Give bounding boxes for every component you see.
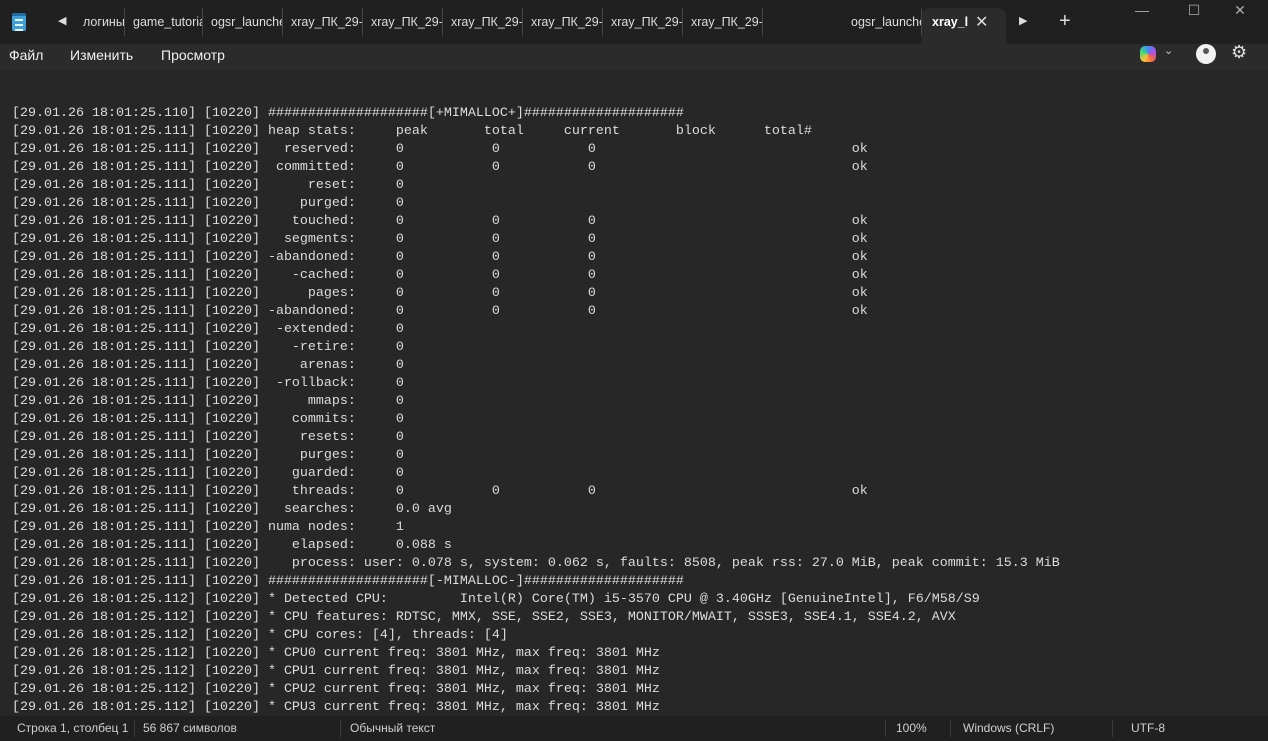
char-count: 56 867 символов: [143, 721, 237, 735]
menu-file[interactable]: Файл: [9, 47, 43, 63]
log-line: [29.01.26 18:01:25.112] [10220] * CPU2 c…: [12, 682, 660, 697]
log-line: [29.01.26 18:01:25.111] [10220] arenas: …: [12, 358, 404, 373]
tab-label: ogsr_launcher: [211, 15, 283, 29]
log-line: [29.01.26 18:01:25.111] [10220] -rollbac…: [12, 376, 404, 391]
tab-label: xray_ПК_29-01: [371, 15, 443, 29]
log-line: [29.01.26 18:01:25.112] [10220] * CPU co…: [12, 628, 508, 643]
divider: [134, 720, 135, 737]
account-avatar[interactable]: [1196, 44, 1216, 64]
log-line: [29.01.26 18:01:25.111] [10220] touched:…: [12, 214, 868, 229]
line-endings[interactable]: Windows (CRLF): [963, 721, 1054, 735]
settings-gear-icon[interactable]: ⚙: [1231, 42, 1247, 63]
log-line: [29.01.26 18:01:25.111] [10220] commits:…: [12, 412, 404, 427]
log-line: [29.01.26 18:01:25.111] [10220] searches…: [12, 502, 452, 517]
log-line: [29.01.26 18:01:25.112] [10220] * CPU0 c…: [12, 646, 660, 661]
tab[interactable]: xray_ПК_29-01: [603, 8, 683, 36]
log-line: [29.01.26 18:01:25.112] [10220] * CPU fe…: [12, 610, 956, 625]
close-window-button[interactable]: ✕: [1220, 2, 1260, 22]
menu-bar: Файл Изменить Просмотр ⌄ ⚙: [0, 42, 1268, 70]
encoding[interactable]: UTF-8: [1131, 721, 1165, 735]
status-bar: Строка 1, столбец 1 56 867 символов Обыч…: [0, 716, 1268, 741]
divider: [885, 720, 886, 737]
tab[interactable]: game_tutorial: [125, 8, 203, 36]
text-editor[interactable]: [29.01.26 18:01:25.110] [10220] ########…: [0, 70, 1268, 716]
tab[interactable]: xray_ПК_29-01: [363, 8, 443, 36]
tab-label: xray_ПК_29-01: [531, 15, 603, 29]
scroll-tabs-right-icon[interactable]: ▶: [1019, 14, 1027, 27]
log-line: [29.01.26 18:01:25.111] [10220] -extende…: [12, 322, 404, 337]
log-line: [29.01.26 18:01:25.111] [10220] process:…: [12, 556, 1060, 571]
maximize-button[interactable]: ☐: [1174, 2, 1214, 22]
tab[interactable]: xray_ПК_29-01: [523, 8, 603, 36]
notepad-icon: [12, 13, 26, 31]
divider: [950, 720, 951, 737]
log-line: [29.01.26 18:01:25.112] [10220] * CPU3 c…: [12, 700, 660, 715]
log-line: [29.01.26 18:01:25.111] [10220] pages: 0…: [12, 286, 868, 301]
menu-view[interactable]: Просмотр: [161, 47, 225, 63]
log-line: [29.01.26 18:01:25.111] [10220] reset: 0: [12, 178, 404, 193]
log-line: [29.01.26 18:01:25.110] [10220] ########…: [12, 106, 684, 121]
log-line: [29.01.26 18:01:25.111] [10220] reserved…: [12, 142, 868, 157]
log-line: [29.01.26 18:01:25.111] [10220] guarded:…: [12, 466, 404, 481]
log-line: [29.01.26 18:01:25.111] [10220] committe…: [12, 160, 868, 175]
log-line: [29.01.26 18:01:25.111] [10220] resets: …: [12, 430, 404, 445]
tab[interactable]: xray_ПК_29-01: [283, 8, 363, 36]
tab[interactable]: ogsr_launcher: [203, 8, 283, 36]
title-bar: ◀ логины game_tutorial ogsr_launcher xray_П…: [0, 0, 1268, 44]
log-line: [29.01.26 18:01:25.112] [10220] * CPU1 c…: [12, 664, 660, 679]
minimize-button[interactable]: —: [1122, 2, 1162, 22]
zoom-level[interactable]: 100%: [896, 721, 927, 735]
tab-label: xray_ПК_29-01: [691, 15, 763, 29]
tab-label: xray_ПК_29-01: [451, 15, 523, 29]
tab-active[interactable]: xray_l: [922, 8, 1006, 44]
new-tab-button[interactable]: +: [1059, 10, 1071, 33]
tab[interactable]: ogsr_launcher: [843, 8, 922, 36]
log-line: [29.01.26 18:01:25.111] [10220] purges: …: [12, 448, 404, 463]
log-line: [29.01.26 18:01:25.112] [10220] * Detect…: [12, 592, 980, 607]
log-line: [29.01.26 18:01:25.111] [10220] -abandon…: [12, 250, 868, 265]
tab[interactable]: xray_ПК_29-01: [443, 8, 523, 36]
tab-label: ogsr_launcher: [851, 15, 921, 29]
scroll-tabs-left-icon[interactable]: ◀: [58, 14, 66, 27]
chevron-down-icon[interactable]: ⌄: [1164, 44, 1173, 57]
tab[interactable]: логины: [75, 8, 125, 36]
log-line: [29.01.26 18:01:25.111] [10220] purged: …: [12, 196, 404, 211]
editor-content[interactable]: [29.01.26 18:01:25.110] [10220] ########…: [12, 105, 1060, 716]
log-line: [29.01.26 18:01:25.111] [10220] numa nod…: [12, 520, 404, 535]
log-line: [29.01.26 18:01:25.111] [10220] heap sta…: [12, 124, 812, 139]
log-line: [29.01.26 18:01:25.111] [10220] -cached:…: [12, 268, 868, 283]
log-line: [29.01.26 18:01:25.111] [10220] segments…: [12, 232, 868, 247]
log-line: [29.01.26 18:01:25.111] [10220] -retire:…: [12, 340, 404, 355]
log-line: [29.01.26 18:01:25.111] [10220] mmaps: 0: [12, 394, 404, 409]
tab[interactable]: xray_ПК_29-01: [683, 8, 763, 36]
log-line: [29.01.26 18:01:25.111] [10220] -abandon…: [12, 304, 868, 319]
tab-label: xray_ПК_29-01: [291, 15, 363, 29]
log-line: [29.01.26 18:01:25.111] [10220] ########…: [12, 574, 684, 589]
tab-label: game_tutorial: [133, 15, 203, 29]
tab-label: xray_l: [932, 15, 969, 29]
log-line: [29.01.26 18:01:25.111] [10220] elapsed:…: [12, 538, 452, 553]
copilot-icon[interactable]: [1140, 46, 1156, 62]
tab-label: xray_ПК_29-01: [611, 15, 683, 29]
divider: [1112, 720, 1113, 737]
log-line: [29.01.26 18:01:25.111] [10220] threads:…: [12, 484, 868, 499]
cursor-position: Строка 1, столбец 1: [17, 721, 129, 735]
close-tab-icon[interactable]: ✕: [975, 12, 988, 32]
divider: [340, 720, 341, 737]
menu-edit[interactable]: Изменить: [70, 47, 133, 63]
tab-label: логины: [83, 15, 125, 29]
text-format: Обычный текст: [350, 721, 436, 735]
